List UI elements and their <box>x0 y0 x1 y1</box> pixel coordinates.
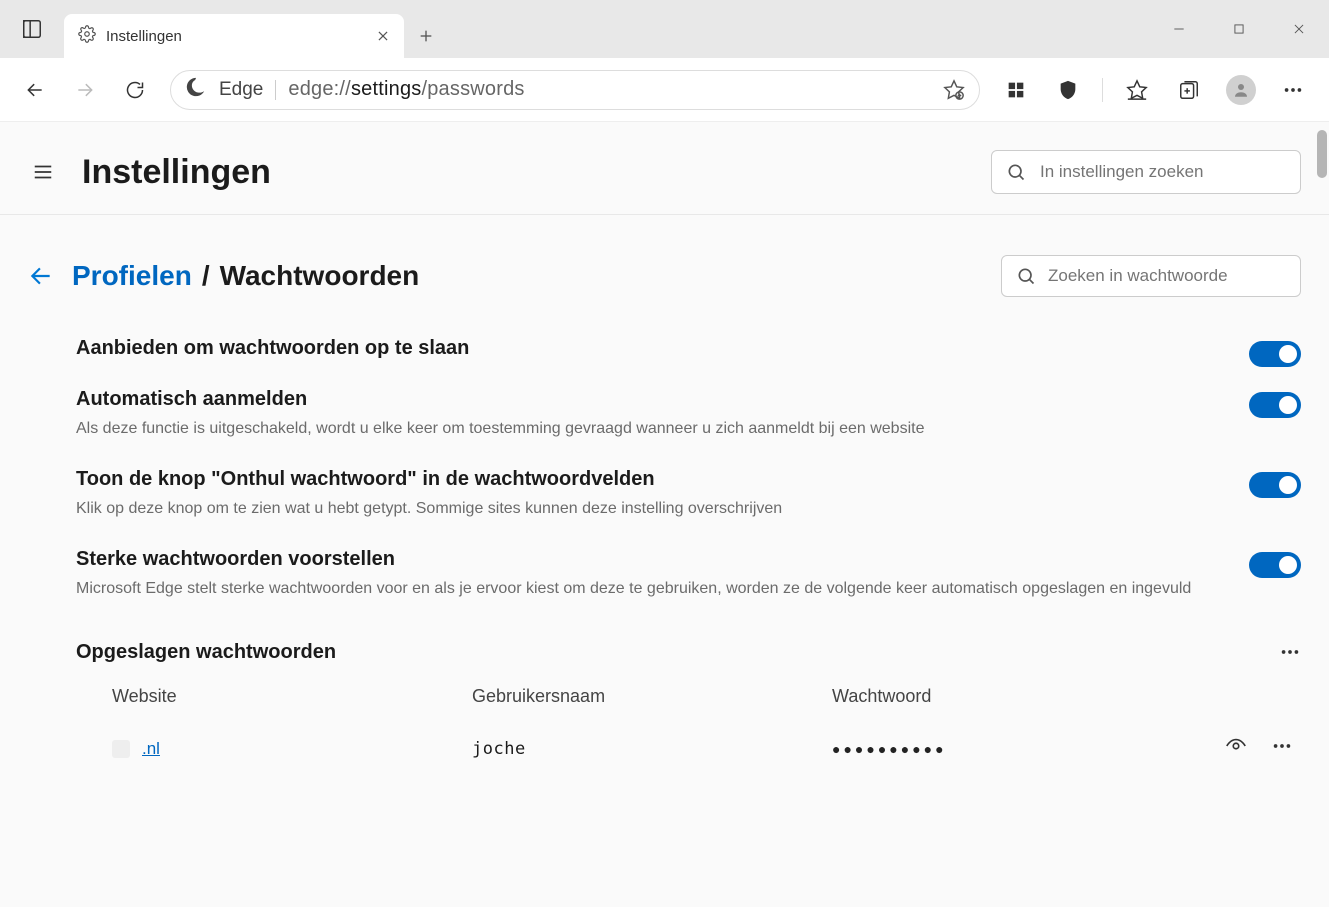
search-icon <box>1016 266 1036 286</box>
extension-icon-1[interactable] <box>994 68 1038 112</box>
row-more-button[interactable] <box>1271 735 1293 762</box>
close-window-button[interactable] <box>1269 0 1329 58</box>
scrollbar-thumb[interactable] <box>1317 130 1327 178</box>
option-title: Automatisch aanmelden <box>76 388 1221 411</box>
saved-more-button[interactable] <box>1279 641 1301 663</box>
profile-avatar[interactable] <box>1219 68 1263 112</box>
option-title: Toon de knop "Onthul wachtwoord" in de w… <box>76 468 1221 491</box>
col-password: Wachtwoord <box>832 686 1301 707</box>
favorites-icon[interactable] <box>1115 68 1159 112</box>
window-controls <box>1149 0 1329 58</box>
gear-icon <box>78 25 96 47</box>
option-desc: Microsoft Edge stelt sterke wachtwoorden… <box>76 577 1221 600</box>
forward-button[interactable] <box>64 69 106 111</box>
search-icon <box>1006 162 1026 182</box>
more-menu-button[interactable] <box>1271 68 1315 112</box>
address-bar[interactable]: Edge edge://settings/passwords <box>170 70 980 110</box>
toggle-offer-save[interactable] <box>1249 341 1301 367</box>
toggle-suggest-strong[interactable] <box>1249 552 1301 578</box>
row-password: ●●●●●●●●●● <box>832 741 1225 757</box>
page-title: Instellingen <box>82 153 271 192</box>
table-row: .nl joche ●●●●●●●●●● <box>112 725 1301 773</box>
option-auto-signin: Automatisch aanmelden Als deze functie i… <box>76 388 1301 440</box>
row-website: .nl <box>112 739 472 759</box>
settings-header: Instellingen <box>0 122 1329 215</box>
browser-toolbar: Edge edge://settings/passwords <box>0 58 1329 122</box>
option-title: Aanbieden om wachtwoorden op te slaan <box>76 337 1221 360</box>
settings-pane: Instellingen Profielen / Wachtwoorden Aa… <box>0 122 1329 907</box>
option-offer-save: Aanbieden om wachtwoorden op te slaan <box>76 337 1301 360</box>
maximize-button[interactable] <box>1209 0 1269 58</box>
close-tab-button[interactable] <box>376 29 390 43</box>
shield-icon[interactable] <box>1046 68 1090 112</box>
separator <box>275 80 276 100</box>
option-desc: Klik op deze knop om te zien wat u hebt … <box>76 497 1221 520</box>
option-reveal-password: Toon de knop "Onthul wachtwoord" in de w… <box>76 468 1301 520</box>
collections-icon[interactable] <box>1167 68 1211 112</box>
tab-strip: Instellingen <box>64 0 448 58</box>
col-website: Website <box>112 686 472 707</box>
url-text: edge://settings/passwords <box>288 78 524 101</box>
app-icon <box>0 0 64 58</box>
breadcrumb-current: Wachtwoorden <box>220 260 420 292</box>
toggle-reveal-password[interactable] <box>1249 472 1301 498</box>
reload-button[interactable] <box>114 69 156 111</box>
back-button[interactable] <box>14 69 56 111</box>
new-tab-button[interactable] <box>404 14 448 58</box>
password-search-input[interactable] <box>1048 266 1286 286</box>
options-list: Aanbieden om wachtwoorden op te slaan Au… <box>76 337 1301 773</box>
titlebar: Instellingen <box>0 0 1329 58</box>
saved-passwords-header: Opgeslagen wachtwoorden <box>76 641 1301 664</box>
row-username: joche <box>472 739 832 759</box>
option-suggest-strong: Sterke wachtwoorden voorstellen Microsof… <box>76 548 1301 600</box>
option-desc: Als deze functie is uitgeschakeld, wordt… <box>76 417 1221 440</box>
breadcrumb: Profielen / Wachtwoorden <box>72 260 419 292</box>
settings-content: Profielen / Wachtwoorden Aanbieden om wa… <box>0 215 1329 813</box>
favorite-icon[interactable] <box>943 79 965 101</box>
section-title: Opgeslagen wachtwoorden <box>76 641 336 664</box>
breadcrumb-link[interactable]: Profielen <box>72 260 192 292</box>
password-search[interactable] <box>1001 255 1301 297</box>
passwords-table: Website Gebruikersnaam Wachtwoord .nl jo… <box>112 686 1301 773</box>
edge-icon <box>185 76 207 103</box>
settings-search-input[interactable] <box>1040 162 1286 182</box>
site-link[interactable]: .nl <box>142 739 160 759</box>
col-user: Gebruikersnaam <box>472 686 832 707</box>
table-header: Website Gebruikersnaam Wachtwoord <box>112 686 1301 725</box>
menu-button[interactable] <box>28 157 58 187</box>
toggle-auto-signin[interactable] <box>1249 392 1301 418</box>
breadcrumb-back-button[interactable] <box>28 263 54 289</box>
tab-settings[interactable]: Instellingen <box>64 14 404 58</box>
reveal-password-button[interactable] <box>1225 735 1247 762</box>
tab-title: Instellingen <box>106 28 182 45</box>
breadcrumb-separator: / <box>202 260 210 292</box>
site-favicon <box>112 740 130 758</box>
breadcrumb-row: Profielen / Wachtwoorden <box>28 255 1301 297</box>
settings-search[interactable] <box>991 150 1301 194</box>
divider <box>1102 78 1103 102</box>
row-actions <box>1225 735 1301 762</box>
option-title: Sterke wachtwoorden voorstellen <box>76 548 1221 571</box>
address-brand: Edge <box>219 79 263 101</box>
minimize-button[interactable] <box>1149 0 1209 58</box>
